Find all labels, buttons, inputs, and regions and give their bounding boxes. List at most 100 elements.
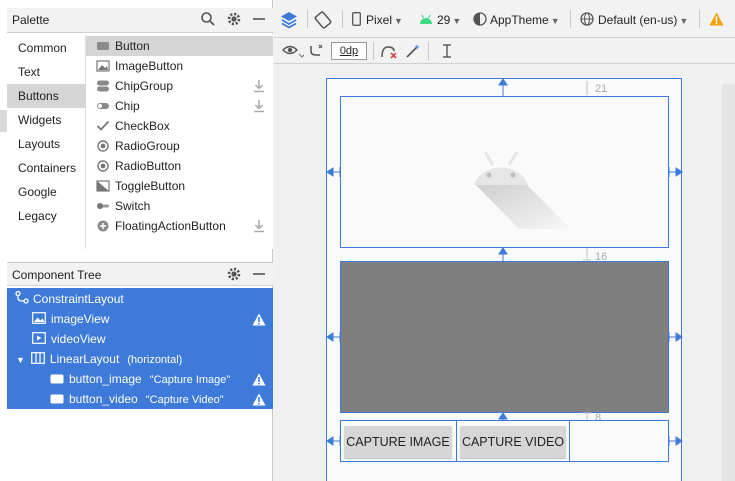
palette-header: Palette <box>7 8 273 33</box>
download-icon[interactable] <box>253 219 265 233</box>
radio-button-icon <box>97 160 109 172</box>
tree-node-linear-layout[interactable]: ▼ LinearLayout (horizontal) <box>16 349 182 369</box>
orientation-icon[interactable] <box>314 11 332 29</box>
widget-radio-group[interactable]: RadioGroup <box>86 136 273 156</box>
toolbar-separator <box>342 10 343 28</box>
widget-checkbox[interactable]: CheckBox <box>86 116 273 136</box>
category-google[interactable]: Google <box>7 180 86 204</box>
palette-title: Palette <box>12 13 50 27</box>
widget-toggle-button[interactable]: ToggleButton <box>86 176 273 196</box>
button-icon <box>50 394 64 404</box>
clear-constraints-icon[interactable] <box>380 43 398 59</box>
locale-selector[interactable]: Default (en-us) ▼ <box>580 12 688 29</box>
widget-button[interactable]: Button <box>86 36 273 56</box>
toolbar-separator <box>428 42 429 60</box>
checkbox-icon <box>96 120 110 131</box>
download-icon[interactable] <box>253 99 265 113</box>
widget-label: Switch <box>115 199 151 213</box>
widget-label: CheckBox <box>115 119 170 133</box>
download-icon[interactable] <box>253 79 265 93</box>
warning-icon[interactable] <box>252 313 266 326</box>
chip-group-icon <box>97 80 109 92</box>
phone-icon <box>352 12 361 26</box>
constraint-toolbar: 0dp <box>274 38 735 64</box>
toggle-button-icon <box>96 180 110 192</box>
warning-icon[interactable] <box>709 12 724 26</box>
widget-image-button[interactable]: ImageButton <box>86 56 273 76</box>
widget-label: Button <box>115 39 150 53</box>
api-level-selector[interactable]: 29 ▼ <box>419 12 461 29</box>
widget-label: ChipGroup <box>115 79 174 93</box>
image-view-icon <box>32 312 46 324</box>
strip-selected-marker <box>0 110 7 132</box>
view-options-icon[interactable] <box>282 43 304 59</box>
globe-icon <box>580 12 594 26</box>
constraint-layout-icon <box>15 290 29 304</box>
infer-constraints-icon[interactable] <box>405 43 421 59</box>
minimize-icon[interactable] <box>251 11 267 27</box>
component-tree: ConstraintLayout imageView videoView ▼ Li… <box>7 288 273 409</box>
android-icon <box>420 14 432 24</box>
category-buttons[interactable]: Buttons <box>7 84 86 108</box>
tree-node-constraint-layout[interactable]: ConstraintLayout <box>15 289 124 309</box>
tree-node-video-view[interactable]: videoView <box>32 329 105 349</box>
theme-selector[interactable]: AppTheme ▼ <box>473 12 560 29</box>
layers-icon[interactable] <box>280 11 298 29</box>
toolbar-separator <box>570 10 571 28</box>
category-layouts[interactable]: Layouts <box>7 132 86 156</box>
switch-icon <box>97 203 109 209</box>
design-toolbar: Pixel ▼ 29 ▼ AppTheme ▼ Default (en-us) ▼ <box>274 0 735 38</box>
toolbar-separator <box>307 10 308 28</box>
warning-icon[interactable] <box>252 393 266 406</box>
category-legacy[interactable]: Legacy <box>7 204 86 228</box>
widget-label: RadioGroup <box>115 139 180 153</box>
category-common[interactable]: Common <box>7 36 86 60</box>
widget-label: Chip <box>115 99 140 113</box>
gear-icon[interactable] <box>226 11 242 27</box>
chevron-down-icon: ▼ <box>550 16 560 26</box>
category-containers[interactable]: Containers <box>7 156 86 180</box>
linear-layout-icon <box>31 352 45 364</box>
widget-radio-button[interactable]: RadioButton <box>86 156 273 176</box>
constraint-layout-preview[interactable]: 21 16 8 CAPTURE IMAGE CAPTURE VIDEO <box>326 78 683 481</box>
button-icon <box>97 42 109 50</box>
chevron-down-icon: ▼ <box>679 16 689 26</box>
category-widgets[interactable]: Widgets <box>7 108 86 132</box>
fab-icon <box>97 220 109 232</box>
left-panel: Palette Common Text Buttons Widgets Layo… <box>0 0 273 481</box>
design-editor: Pixel ▼ 29 ▼ AppTheme ▼ Default (en-us) ▼ 0d… <box>274 0 735 481</box>
tree-node-button-image[interactable]: button_image "Capture Image" <box>50 369 230 389</box>
device-selector[interactable]: Pixel ▼ <box>352 12 403 29</box>
component-tree-header: Component Tree <box>7 262 273 286</box>
gear-icon[interactable] <box>226 266 242 282</box>
widget-floating-action-button[interactable]: FloatingActionButton <box>86 216 273 236</box>
widget-chip[interactable]: Chip <box>86 96 273 116</box>
chevron-down-icon: ▼ <box>452 16 462 26</box>
default-margin-field[interactable]: 0dp <box>331 42 367 60</box>
design-canvas[interactable]: 21 16 8 CAPTURE IMAGE CAPTURE VIDEO <box>274 65 735 481</box>
widget-label: ImageButton <box>115 59 184 73</box>
search-icon[interactable] <box>200 11 216 27</box>
radio-group-icon <box>97 140 109 152</box>
widget-label: ToggleButton <box>115 179 186 193</box>
tree-node-image-view[interactable]: imageView <box>32 309 109 329</box>
button-icon <box>50 374 64 384</box>
vertical-scrollbar[interactable] <box>722 84 735 481</box>
video-view-icon <box>32 332 46 344</box>
widget-chip-group[interactable]: ChipGroup <box>86 76 273 96</box>
category-text[interactable]: Text <box>7 60 86 84</box>
widget-switch[interactable]: Switch <box>86 196 273 216</box>
image-button-icon <box>96 60 110 72</box>
expand-triangle-icon[interactable]: ▼ <box>16 355 25 365</box>
theme-icon <box>473 12 487 26</box>
tree-node-button-video[interactable]: button_video "Capture Video" <box>50 389 224 409</box>
palette-categories: Common Text Buttons Widgets Layouts Cont… <box>7 34 86 249</box>
constraint-lines <box>326 78 683 446</box>
guidelines-icon[interactable] <box>440 43 454 59</box>
widget-label: FloatingActionButton <box>115 219 226 233</box>
chevron-down-icon: ▼ <box>394 16 403 26</box>
autoconnect-icon[interactable] <box>308 43 324 59</box>
warning-icon[interactable] <box>252 373 266 386</box>
minimize-icon[interactable] <box>251 266 267 282</box>
component-tree-title: Component Tree <box>12 268 102 282</box>
